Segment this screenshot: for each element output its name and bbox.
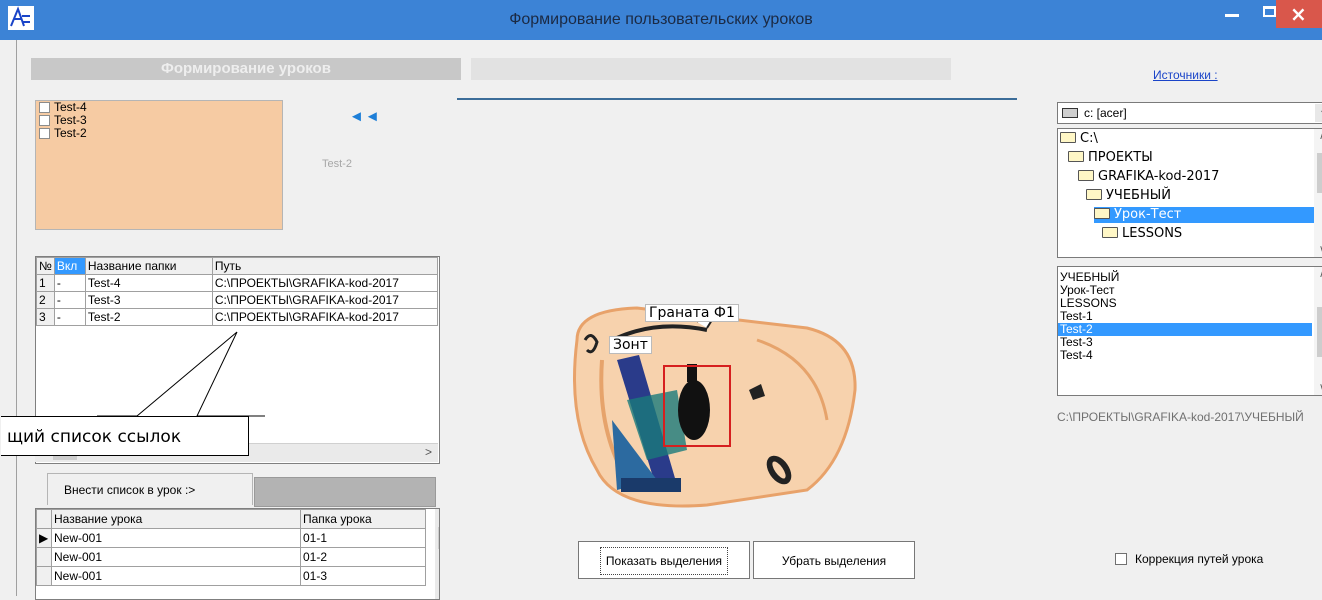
grenade-label: Граната Ф1 xyxy=(645,304,739,322)
table-row[interactable]: 2 - Test-3 C:\ПРОЕКТЫ\GRAFIKA-kod-2017 xyxy=(36,291,438,309)
dir-item[interactable]: ПРОЕКТЫ xyxy=(1068,150,1153,166)
chevron-down-icon[interactable]: ▼ xyxy=(1315,104,1322,122)
list-item-selected[interactable]: Test-2 xyxy=(1058,323,1312,336)
selected-caption: Test-2 xyxy=(322,158,352,170)
file-list[interactable]: УЧЕБНЫЙ Урок-Тест LESSONS Test-1 Test-2 … xyxy=(1057,266,1322,396)
checklist-item[interactable]: Test-2 xyxy=(36,127,282,140)
table-row[interactable]: ▶ New-001 01-1 xyxy=(36,528,426,548)
lessons-grid[interactable]: Название урока Папка урока ▶ New-001 01-… xyxy=(35,508,440,600)
minimize-button[interactable] xyxy=(1210,0,1256,28)
dir-item[interactable]: GRAFIKA-kod-2017 xyxy=(1078,169,1219,185)
window-title: Формирование пользовательских уроков xyxy=(509,11,813,28)
list-item[interactable]: Test-3 xyxy=(1058,336,1312,349)
folder-icon xyxy=(1102,227,1118,238)
close-button[interactable]: × xyxy=(1276,0,1322,28)
folder-open-icon xyxy=(1078,170,1094,181)
dir-item[interactable]: LESSONS xyxy=(1102,226,1182,242)
umbrella-label: Зонт xyxy=(609,336,652,354)
xray-scan-image xyxy=(573,304,857,508)
callout-text: щий список ссылок xyxy=(1,416,249,456)
grid-header-row: Название урока Папка урока xyxy=(36,509,426,529)
dir-item[interactable]: C:\ xyxy=(1060,131,1098,147)
dir-item[interactable]: УЧЕБНЫЙ xyxy=(1086,188,1171,204)
list-item[interactable]: LESSONS xyxy=(1058,297,1312,310)
table-row[interactable]: 1 - Test-4 C:\ПРОЕКТЫ\GRAFIKA-kod-2017 xyxy=(36,274,438,292)
maximize-icon xyxy=(1263,6,1276,17)
tab-insert-list[interactable]: Внести список в урок :> xyxy=(47,473,253,505)
col-header-number[interactable]: № xyxy=(36,257,55,275)
scroll-thumb[interactable] xyxy=(1317,153,1322,193)
divider-line xyxy=(457,98,1017,100)
scroll-thumb[interactable] xyxy=(438,527,439,549)
table-row[interactable]: New-001 01-2 xyxy=(36,547,426,567)
move-left-arrows-icon[interactable]: ◄◄ xyxy=(349,108,381,125)
folder-open-icon xyxy=(1060,132,1076,143)
folder-checklist[interactable]: Test-4 Test-3 Test-2 xyxy=(35,100,283,230)
folder-open-icon xyxy=(1094,208,1110,219)
minimize-icon xyxy=(1225,14,1239,17)
scroll-thumb[interactable] xyxy=(1317,307,1322,357)
title-bar: Формирование пользовательских уроков × xyxy=(0,0,1322,40)
col-header-folder-name[interactable]: Название папки xyxy=(84,257,213,275)
tab-secondary[interactable] xyxy=(254,477,436,507)
window-client-area: Формирование уроков Test-4 Test-3 Test-2… xyxy=(1,40,1322,600)
table-row[interactable]: New-001 01-3 xyxy=(36,566,426,586)
current-path: C:\ПРОЕКТЫ\GRAFIKA-kod-2017\УЧЕБНЫЙ xyxy=(1057,410,1304,424)
directory-scrollbar[interactable]: ∧ ∨ xyxy=(1314,129,1322,257)
drive-select[interactable]: c: [acer] ▼ xyxy=(1057,102,1322,124)
drive-icon xyxy=(1062,108,1078,118)
directory-list[interactable]: C:\ ПРОЕКТЫ GRAFIKA-kod-2017 УЧЕБНЫЙ Уро… xyxy=(1057,128,1322,258)
col-header-lesson-folder[interactable]: Папка урока xyxy=(300,509,426,529)
show-selection-button[interactable]: Показать выделения xyxy=(578,541,750,579)
col-header-enabled[interactable]: Вкл xyxy=(53,257,86,275)
lessons-vertical-scrollbar[interactable]: ∧ xyxy=(435,509,439,599)
grid-header-row: № Вкл Название папки Путь xyxy=(36,257,438,275)
folder-open-icon xyxy=(1068,151,1084,162)
list-item[interactable]: Test-4 xyxy=(1058,349,1312,362)
col-header-lesson-name[interactable]: Название урока xyxy=(51,509,301,529)
callout-pointer xyxy=(97,331,265,417)
scroll-right-icon[interactable]: > xyxy=(425,445,432,459)
remove-selection-button[interactable]: Убрать выделения xyxy=(753,541,915,579)
dir-item-selected[interactable]: Урок-Тест xyxy=(1094,207,1314,223)
fix-paths-option[interactable]: Коррекция путей урока xyxy=(1115,552,1263,566)
sources-link[interactable]: Источники : xyxy=(1153,68,1218,82)
col-header-path[interactable]: Путь xyxy=(211,257,438,275)
row-indicator-header xyxy=(36,509,52,529)
row-pointer-icon: ▶ xyxy=(36,528,52,548)
checkbox[interactable] xyxy=(39,102,50,113)
list-item[interactable]: Test-1 xyxy=(1058,310,1312,323)
header-bar-right xyxy=(471,58,951,80)
checkbox[interactable] xyxy=(39,115,50,126)
folder-open-icon xyxy=(1086,189,1102,200)
file-list-scrollbar[interactable]: ∧ ∨ xyxy=(1314,267,1322,395)
lessons-header: Формирование уроков xyxy=(31,58,461,80)
close-icon: × xyxy=(1290,2,1307,26)
fix-paths-checkbox[interactable] xyxy=(1115,553,1127,565)
checkbox[interactable] xyxy=(39,128,50,139)
